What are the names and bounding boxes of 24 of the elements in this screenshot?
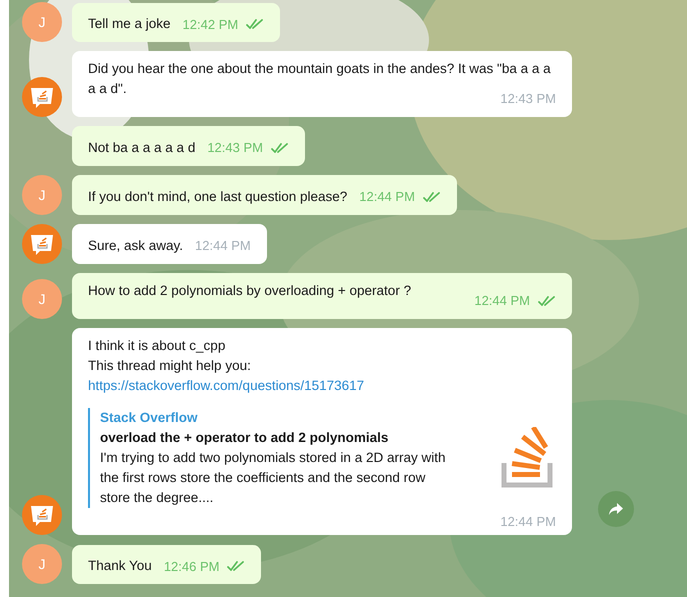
message-text: Not ba a a a a a d <box>88 138 196 156</box>
message-time: 12:44 PM <box>359 188 415 206</box>
message-text: Tell me a joke <box>88 15 171 33</box>
preview-description: I'm trying to add two polynomials stored in a 2D array with the first rows store the coefficients and the second row store the degree.... <box>100 448 446 507</box>
bot-avatar-icon <box>22 224 62 264</box>
message-time: 12:43 PM <box>207 139 263 157</box>
message-text: How to add 2 polynomials by overloading + operator ? <box>88 282 412 298</box>
message-time: 12:46 PM <box>164 558 220 576</box>
share-icon <box>608 502 624 516</box>
message-text: This thread might help you: <box>88 356 252 375</box>
message-time: 12:44 PM <box>500 512 556 530</box>
message-time: 12:43 PM <box>500 90 556 108</box>
message-link[interactable]: https://stackoverflow.com/questions/15173617 <box>88 376 556 396</box>
preview-site: Stack Overflow <box>100 408 199 426</box>
message-text: I think it is about c_cpp <box>88 336 226 355</box>
bot-avatar-icon <box>22 77 62 117</box>
message-time: 12:42 PM <box>182 16 238 34</box>
message-time: 12:44 PM <box>195 237 251 255</box>
bot-avatar-icon <box>22 495 62 535</box>
message-text: Sure, ask away. <box>88 236 184 255</box>
preview-title: overload the + operator to add 2 polynomials <box>100 428 390 447</box>
message-time: 12:44 PM <box>474 292 530 310</box>
message-text: If you don't mind, one last question please? <box>88 188 348 206</box>
message-text: Thank You <box>88 557 152 575</box>
